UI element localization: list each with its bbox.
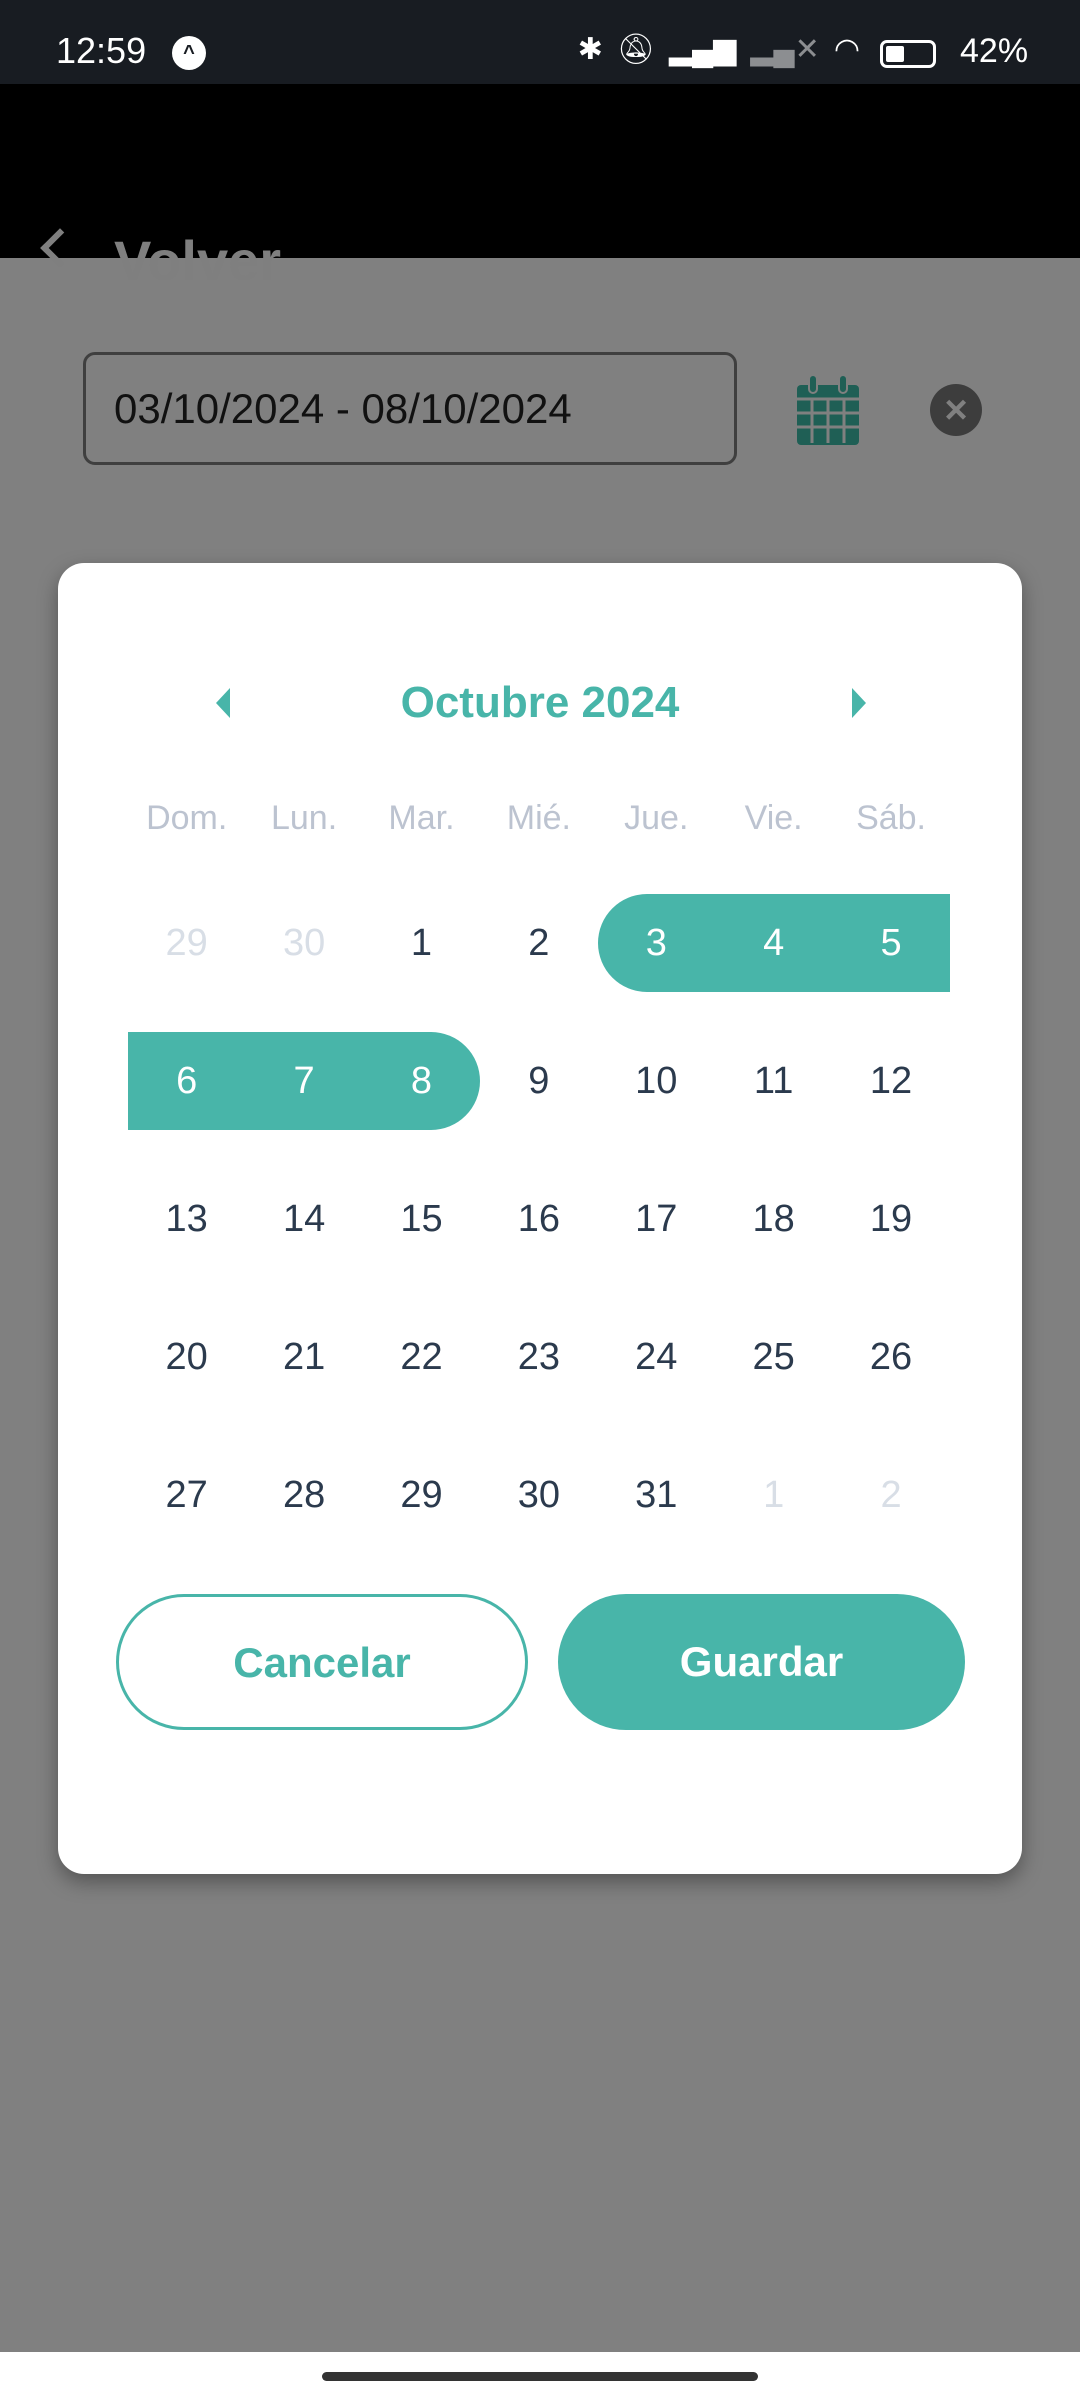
day-cell[interactable]: 30 <box>480 1446 597 1544</box>
weekday-label: Vie. <box>744 799 803 837</box>
day-cell[interactable]: 11 <box>715 1032 832 1130</box>
day-cell[interactable]: 29 <box>363 1446 480 1544</box>
day-cell-selected[interactable]: 7 <box>245 1032 363 1130</box>
day-cell[interactable]: 24 <box>598 1308 715 1406</box>
date-range-input[interactable]: 03/10/2024 - 08/10/2024 <box>83 352 737 465</box>
battery-icon <box>880 40 936 68</box>
day-cell[interactable]: 1 <box>715 1446 832 1544</box>
day-cell[interactable]: 9 <box>480 1032 597 1130</box>
week-row: 6 7 8 9 10 11 12 <box>128 1032 950 1130</box>
navigation-bar <box>0 2352 1080 2400</box>
day-cell[interactable]: 15 <box>363 1170 480 1268</box>
day-cell[interactable]: 2 <box>480 894 597 992</box>
week-row: 27 28 29 30 31 1 2 <box>128 1446 950 1544</box>
weekday-label: Mié. <box>506 799 571 837</box>
next-month-icon[interactable] <box>852 688 866 718</box>
day-cell[interactable]: 2 <box>832 1446 949 1544</box>
status-bar: 12:59 ^ ✱ 🔕︎ ▂▄▆ ▂▄✕ ◠ 42% <box>0 0 1080 84</box>
day-cell[interactable]: 27 <box>128 1446 245 1544</box>
day-cell[interactable]: 29 <box>128 894 245 992</box>
bell-off-icon: 🔕︎ <box>616 33 655 66</box>
day-cell-selected[interactable]: 3 <box>597 894 715 992</box>
day-cell[interactable]: 17 <box>598 1170 715 1268</box>
date-picker-dialog: Octubre 2024 Dom. Lun. Mar. Mié. Jue. Vie. Sáb… <box>58 563 1022 1874</box>
calendar-grid: Dom. Lun. Mar. Mié. Jue. Vie. Sáb. 29 30 1 2 3 4 5 6 7… <box>128 785 950 1584</box>
weekday-label: Dom. <box>146 799 228 837</box>
day-cell[interactable]: 21 <box>245 1308 362 1406</box>
weekday-label: Sáb. <box>856 799 927 837</box>
day-rows: 29 30 1 2 3 4 5 6 7 8 9 10 11 12 13 14 15 16 17 18 19 20 21 22 2… <box>128 894 950 1544</box>
day-cell[interactable]: 19 <box>832 1170 949 1268</box>
day-cell[interactable]: 20 <box>128 1308 245 1406</box>
status-icons: ✱ 🔕︎ ▂▄▆ ▂▄✕ ◠ <box>578 32 860 67</box>
weekday-label: Jue. <box>624 799 689 837</box>
back-label[interactable]: Volver <box>114 228 281 293</box>
home-handle[interactable] <box>322 2372 758 2381</box>
day-cell[interactable]: 1 <box>363 894 480 992</box>
signal-off-icon: ▂▄✕ <box>750 33 820 66</box>
day-cell[interactable]: 12 <box>832 1032 949 1130</box>
day-cell-selected[interactable]: 4 <box>714 894 833 992</box>
calendar-icon[interactable] <box>795 375 861 447</box>
battery-percent: 42% <box>960 32 1029 70</box>
day-cell[interactable]: 16 <box>480 1170 597 1268</box>
day-cell[interactable]: 23 <box>480 1308 597 1406</box>
day-cell[interactable]: 30 <box>245 894 362 992</box>
week-row: 13 14 15 16 17 18 19 <box>128 1170 950 1268</box>
wifi-icon: ◠ <box>833 33 860 66</box>
app-notification-icon: ^ <box>172 36 206 70</box>
day-cell[interactable]: 13 <box>128 1170 245 1268</box>
day-cell[interactable]: 14 <box>245 1170 362 1268</box>
chevron-left-icon[interactable] <box>40 228 80 268</box>
signal-icon: ▂▄▆ <box>668 33 737 66</box>
header: Volver <box>0 84 1080 292</box>
day-cell[interactable]: 28 <box>245 1446 362 1544</box>
day-cell-selected[interactable]: 8 <box>362 1032 481 1130</box>
weekday-label: Mar. <box>388 799 455 837</box>
day-cell-selected[interactable]: 6 <box>128 1032 246 1130</box>
weekday-label: Lun. <box>270 799 338 837</box>
day-cell[interactable]: 18 <box>715 1170 832 1268</box>
clear-icon[interactable]: × <box>930 384 982 436</box>
day-cell-selected[interactable]: 5 <box>832 894 950 992</box>
week-row: 20 21 22 23 24 25 26 <box>128 1308 950 1406</box>
cancel-button[interactable]: Cancelar <box>116 1594 528 1730</box>
day-cell[interactable]: 22 <box>363 1308 480 1406</box>
month-label: Octubre 2024 <box>400 678 680 727</box>
save-button[interactable]: Guardar <box>558 1594 965 1730</box>
weekday-header: Dom. Lun. Mar. Mié. Jue. Vie. Sáb. <box>128 785 950 851</box>
status-time: 12:59 <box>56 30 147 71</box>
day-cell[interactable]: 10 <box>598 1032 715 1130</box>
bluetooth-icon: ✱ <box>577 33 603 66</box>
day-cell[interactable]: 31 <box>598 1446 715 1544</box>
day-cell[interactable]: 26 <box>832 1308 949 1406</box>
day-cell[interactable]: 25 <box>715 1308 832 1406</box>
week-row: 29 30 1 2 3 4 5 <box>128 894 950 992</box>
